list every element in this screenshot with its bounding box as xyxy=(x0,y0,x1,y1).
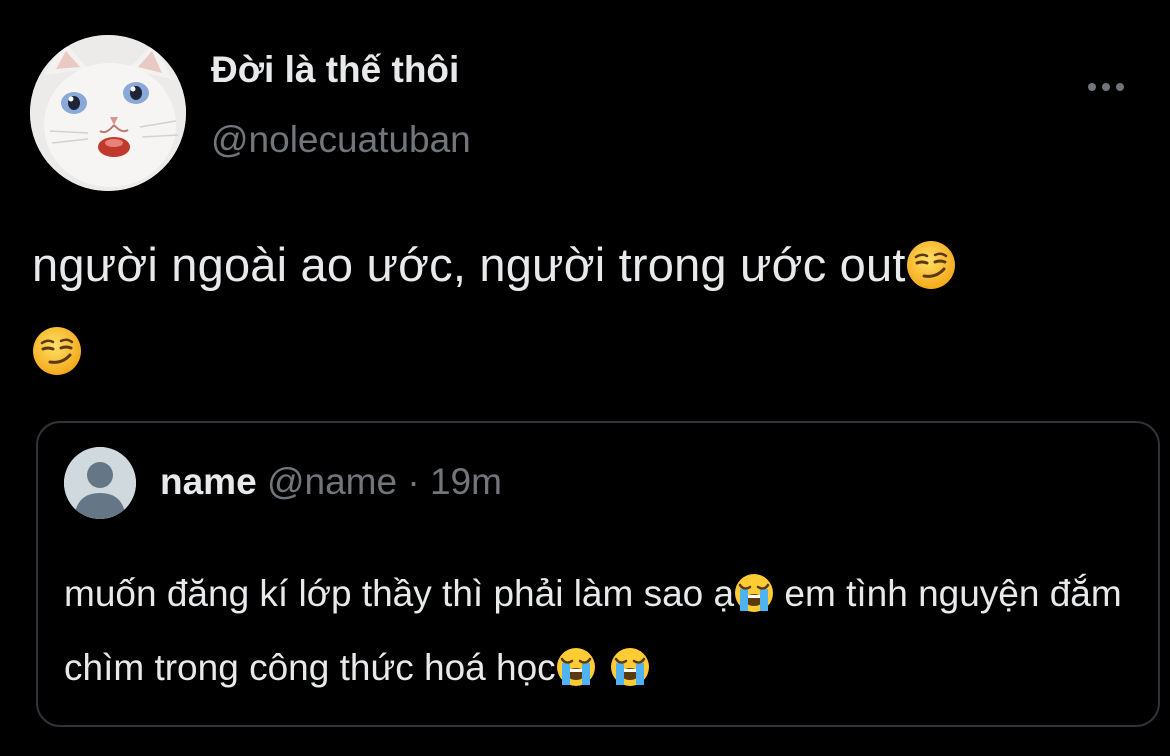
smirking-face-emoji xyxy=(32,326,82,376)
default-avatar-icon[interactable] xyxy=(64,447,136,519)
quoted-text-part1: muốn đăng kí lớp thầy thì phải làm sao ạ xyxy=(64,573,735,614)
quoted-tweet-header: name @name · 19m xyxy=(160,461,502,503)
display-name[interactable]: Đời là thế thôi xyxy=(211,49,459,91)
smirking-face-emoji xyxy=(906,240,956,290)
avatar[interactable] xyxy=(30,35,186,191)
loudly-crying-face-emoji xyxy=(556,647,596,687)
tweet-text-content: người ngoài ao ước, người trong ước out xyxy=(32,238,906,291)
quoted-tweet-card[interactable]: name @name · 19m muốn đăng kí lớp thầy t… xyxy=(36,421,1160,727)
quoted-timestamp[interactable]: 19m xyxy=(430,461,502,502)
more-dot xyxy=(1116,83,1124,91)
quoted-user-handle[interactable]: @name xyxy=(267,461,397,502)
user-handle[interactable]: @nolecuatuban xyxy=(211,119,471,161)
more-dot xyxy=(1102,83,1110,91)
loudly-crying-face-emoji xyxy=(610,647,650,687)
loudly-crying-face-emoji xyxy=(734,573,774,613)
quoted-tweet-text: muốn đăng kí lớp thầy thì phải làm sao ạ… xyxy=(64,557,1124,705)
tweet-text: người ngoài ao ước, người trong ước out xyxy=(32,222,1142,394)
separator-dot: · xyxy=(407,461,420,502)
quoted-display-name[interactable]: name xyxy=(160,461,257,502)
more-options-icon[interactable] xyxy=(1082,66,1130,106)
tweet: Đời là thế thôi @nolecuatuban người ngoà… xyxy=(0,0,1170,756)
more-dot xyxy=(1088,83,1096,91)
